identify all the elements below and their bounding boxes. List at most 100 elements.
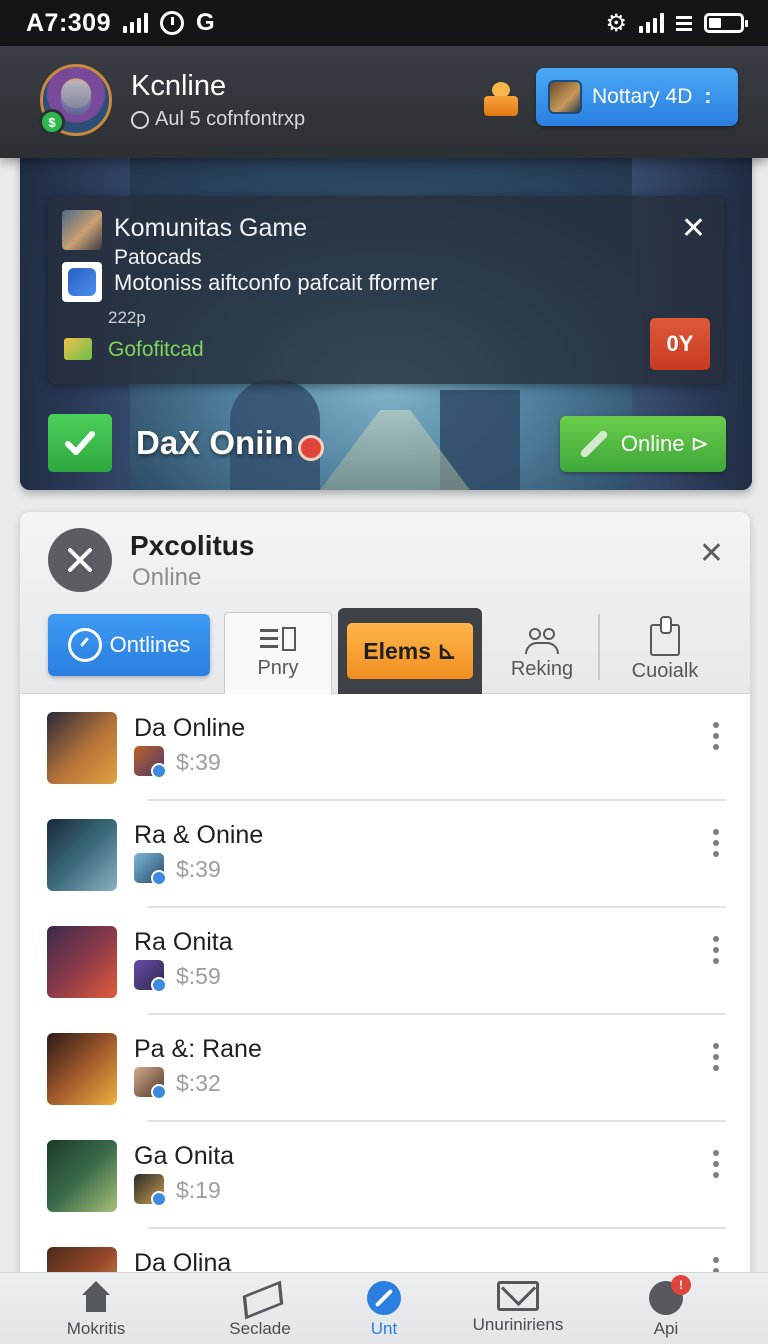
compass-icon xyxy=(67,628,102,662)
game-name: Ra Onita xyxy=(134,928,233,956)
tab-bar: Ontlines Pnry Elems ⊾ Reking Cuoialk xyxy=(20,608,750,694)
nav-send-label: Seclade xyxy=(229,1319,291,1338)
tab-separator xyxy=(598,614,600,680)
small-avatar-icon xyxy=(134,960,167,993)
hero-banner: Komunitas Game Patocads Motoniss aiftcon… xyxy=(20,150,752,490)
header-subtitle-text: Aul 5 cofnfontrxp xyxy=(155,108,306,130)
nav-unt[interactable]: Unt xyxy=(314,1281,454,1344)
list-icon xyxy=(260,627,296,653)
gift-small-icon xyxy=(64,338,92,360)
small-avatar-icon xyxy=(134,746,167,779)
tab-elems-label: Elems ⊾ xyxy=(347,623,473,679)
game-warrior-icon xyxy=(47,926,117,998)
nav-home[interactable]: Mokritis xyxy=(26,1281,166,1344)
game-price: $:39 xyxy=(176,856,221,882)
list-item[interactable]: Da Online $:39 xyxy=(20,694,750,801)
close-icon[interactable]: ✕ xyxy=(681,214,706,244)
nav-unt-label: Unt xyxy=(370,1319,398,1338)
tab-onlines-label: Ontlines xyxy=(109,632,191,657)
game-name: Ga Onita xyxy=(134,1142,235,1170)
thumbs-up-icon xyxy=(650,615,680,656)
online-status-icon: $ xyxy=(39,109,65,135)
tab-cuoialk[interactable]: Cuoialk xyxy=(610,612,720,694)
list-item[interactable]: Ra & Onine $:39 xyxy=(20,801,750,908)
gear-icon: ⚙ xyxy=(605,9,627,37)
nav-send[interactable]: Seclade xyxy=(190,1281,330,1344)
mail-icon xyxy=(497,1281,539,1311)
community-green-text: Gofofitcad xyxy=(108,338,204,361)
panel-close-icon[interactable]: ✕ xyxy=(699,536,724,571)
community-line1: Patocads xyxy=(114,246,202,269)
header-title: Kcnline xyxy=(131,70,227,102)
more-options-icon[interactable] xyxy=(712,722,720,750)
people-icon xyxy=(523,626,561,654)
game-name: Ra & Onine xyxy=(134,821,264,849)
nav-mail[interactable]: Unuriniriens xyxy=(448,1281,588,1344)
tab-prny-label: Pnry xyxy=(257,657,299,679)
community-count: 222p xyxy=(108,308,146,327)
home-icon xyxy=(79,1281,113,1315)
panel-header: Pxcolitus Online ✕ Ontlines Pnry Elems ⊾… xyxy=(20,512,750,694)
status-bar: A7:309 G ⚙ xyxy=(0,0,768,46)
gift-icon[interactable] xyxy=(484,82,518,116)
more-options-icon[interactable] xyxy=(712,829,720,857)
game-panel: Pxcolitus Online ✕ Ontlines Pnry Elems ⊾… xyxy=(20,512,750,1312)
community-line2: Motoniss aiftconfo pafcait fformer xyxy=(114,270,438,295)
nav-api-label: Api xyxy=(653,1319,679,1338)
profile-avatar[interactable]: $ xyxy=(39,64,112,136)
status-time: A7:309 xyxy=(26,8,111,37)
wrench-icon xyxy=(579,429,609,459)
tab-prny[interactable]: Pnry xyxy=(224,612,332,694)
game-price: $:32 xyxy=(176,1070,221,1096)
tab-onlines[interactable]: Ontlines xyxy=(48,614,210,676)
online-button[interactable]: Online ⊳ xyxy=(560,416,726,472)
nav-mail-label: Unuriniriens xyxy=(472,1315,564,1334)
notification-label: Nottary 4D xyxy=(592,85,693,108)
more-dots-icon: : xyxy=(704,85,712,108)
send-icon xyxy=(243,1281,277,1315)
clock-icon xyxy=(160,11,184,35)
nav-api[interactable]: ! Api xyxy=(596,1275,736,1344)
target-icon xyxy=(131,110,149,129)
bottom-nav: Mokritis Seclade Unt Unuriniriens ! Api xyxy=(0,1272,768,1344)
game-name: Pa &: Rane xyxy=(134,1035,262,1063)
notification-button[interactable]: Nottary 4D : xyxy=(536,68,738,126)
community-avatar xyxy=(62,210,102,250)
cancel-circle-icon[interactable] xyxy=(48,528,112,592)
small-avatar-icon xyxy=(134,853,167,886)
header-subtitle: Aul 5 cofnfontrxp xyxy=(131,108,305,131)
more-options-icon[interactable] xyxy=(712,936,720,964)
community-card[interactable]: Komunitas Game Patocads Motoniss aiftcon… xyxy=(48,196,724,384)
more-options-icon[interactable] xyxy=(712,1043,720,1071)
check-icon[interactable] xyxy=(48,414,112,472)
list-item[interactable]: Ga Onita $:19 xyxy=(20,1122,750,1229)
list-item[interactable]: Ra Onita $:59 xyxy=(20,908,750,1015)
small-avatar-icon xyxy=(134,1067,167,1100)
list-item[interactable]: Pa &: Rane $:32 xyxy=(20,1015,750,1122)
notification-badge: ! xyxy=(671,1275,691,1295)
shield-app-icon xyxy=(62,262,102,302)
game-hero-icon xyxy=(47,712,117,784)
wrench-icon xyxy=(367,1281,401,1315)
small-avatar-icon xyxy=(134,1174,167,1207)
tab-reking[interactable]: Reking xyxy=(490,612,594,694)
menu-lines-icon xyxy=(676,15,692,31)
tab-elems[interactable]: Elems ⊾ xyxy=(338,608,482,694)
game-price: $:39 xyxy=(176,749,221,775)
game-list: Da Online $:39 Ra & Onine $:39 Ra Onita … xyxy=(20,694,750,1312)
game-knight-icon xyxy=(47,1140,117,1212)
game-mech-icon xyxy=(47,1033,117,1105)
nav-home-label: Mokritis xyxy=(66,1319,126,1338)
live-dot-icon xyxy=(298,435,324,461)
app-header: $ Kcnline Aul 5 cofnfontrxp Nottary 4D : xyxy=(0,46,768,158)
game-price: $:19 xyxy=(176,1177,221,1203)
game-soldier-icon xyxy=(47,819,117,891)
game-name: Da Online xyxy=(134,714,246,742)
signal-icon xyxy=(123,13,148,33)
card-badge-button[interactable]: 0Y xyxy=(650,318,710,370)
more-options-icon[interactable] xyxy=(712,1150,720,1178)
g-app-icon: G xyxy=(196,9,215,36)
banner-title: DaX Oniin xyxy=(136,424,294,461)
wifi-signal-icon xyxy=(639,13,664,33)
tab-reking-label: Reking xyxy=(510,657,574,680)
